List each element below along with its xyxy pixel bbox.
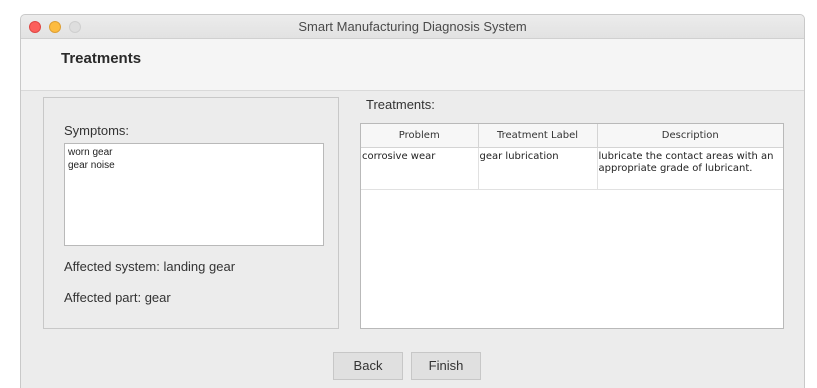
cell-treatment-label[interactable]: gear lubrication — [478, 147, 598, 190]
table-header-row: Problem Treatment Label Description — [361, 124, 783, 148]
app-window: Smart Manufacturing Diagnosis System Tre… — [20, 14, 805, 388]
treatments-table[interactable]: Problem Treatment Label Description corr… — [360, 123, 784, 329]
column-header-problem[interactable]: Problem — [361, 124, 479, 148]
table-row[interactable]: corrosive wear gear lubrication lubricat… — [361, 147, 783, 190]
cell-problem[interactable]: corrosive wear — [361, 147, 479, 190]
page-title: Treatments — [61, 50, 142, 67]
cell-description[interactable]: lubricate the contact areas with an appr… — [597, 147, 783, 190]
finish-button[interactable]: Finish — [411, 352, 481, 380]
affected-system-text: Affected system: landing gear — [64, 259, 236, 274]
symptoms-label: Symptoms: — [64, 123, 130, 138]
back-button[interactable]: Back — [333, 352, 403, 380]
affected-part-text: Affected part: gear — [64, 290, 171, 305]
window-title: Smart Manufacturing Diagnosis System — [298, 19, 527, 34]
page-header: Treatments — [21, 39, 804, 91]
symptoms-list[interactable]: worn gear gear noise — [64, 143, 324, 246]
treatments-label: Treatments: — [366, 97, 435, 112]
column-header-description[interactable]: Description — [597, 124, 783, 148]
list-item[interactable]: gear noise — [68, 159, 320, 172]
list-item[interactable]: worn gear — [68, 146, 320, 159]
column-header-treatment-label[interactable]: Treatment Label — [478, 124, 598, 148]
title-bar[interactable]: Smart Manufacturing Diagnosis System — [21, 15, 804, 39]
button-bar: Back Finish — [21, 352, 804, 380]
